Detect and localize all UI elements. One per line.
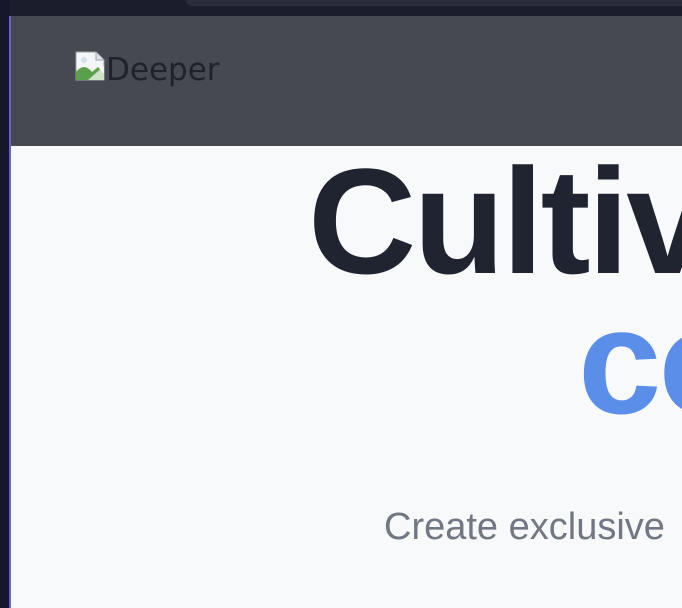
logo-link[interactable]: Deeper bbox=[74, 50, 220, 90]
address-bar-edge[interactable] bbox=[186, 0, 682, 6]
hero-subtitle: Create exclusive bbox=[384, 506, 665, 548]
logo-alt-text: Deeper bbox=[106, 52, 220, 88]
hero-title-line1: Cultiv bbox=[308, 137, 682, 305]
broken-image-icon bbox=[75, 51, 105, 81]
page-viewport: Deeper Cultiv co Create exclusive bbox=[11, 16, 682, 608]
hero-title-line2: co bbox=[578, 277, 682, 445]
hero-section: Cultiv co Create exclusive bbox=[11, 146, 682, 608]
site-header: Deeper bbox=[11, 16, 682, 146]
